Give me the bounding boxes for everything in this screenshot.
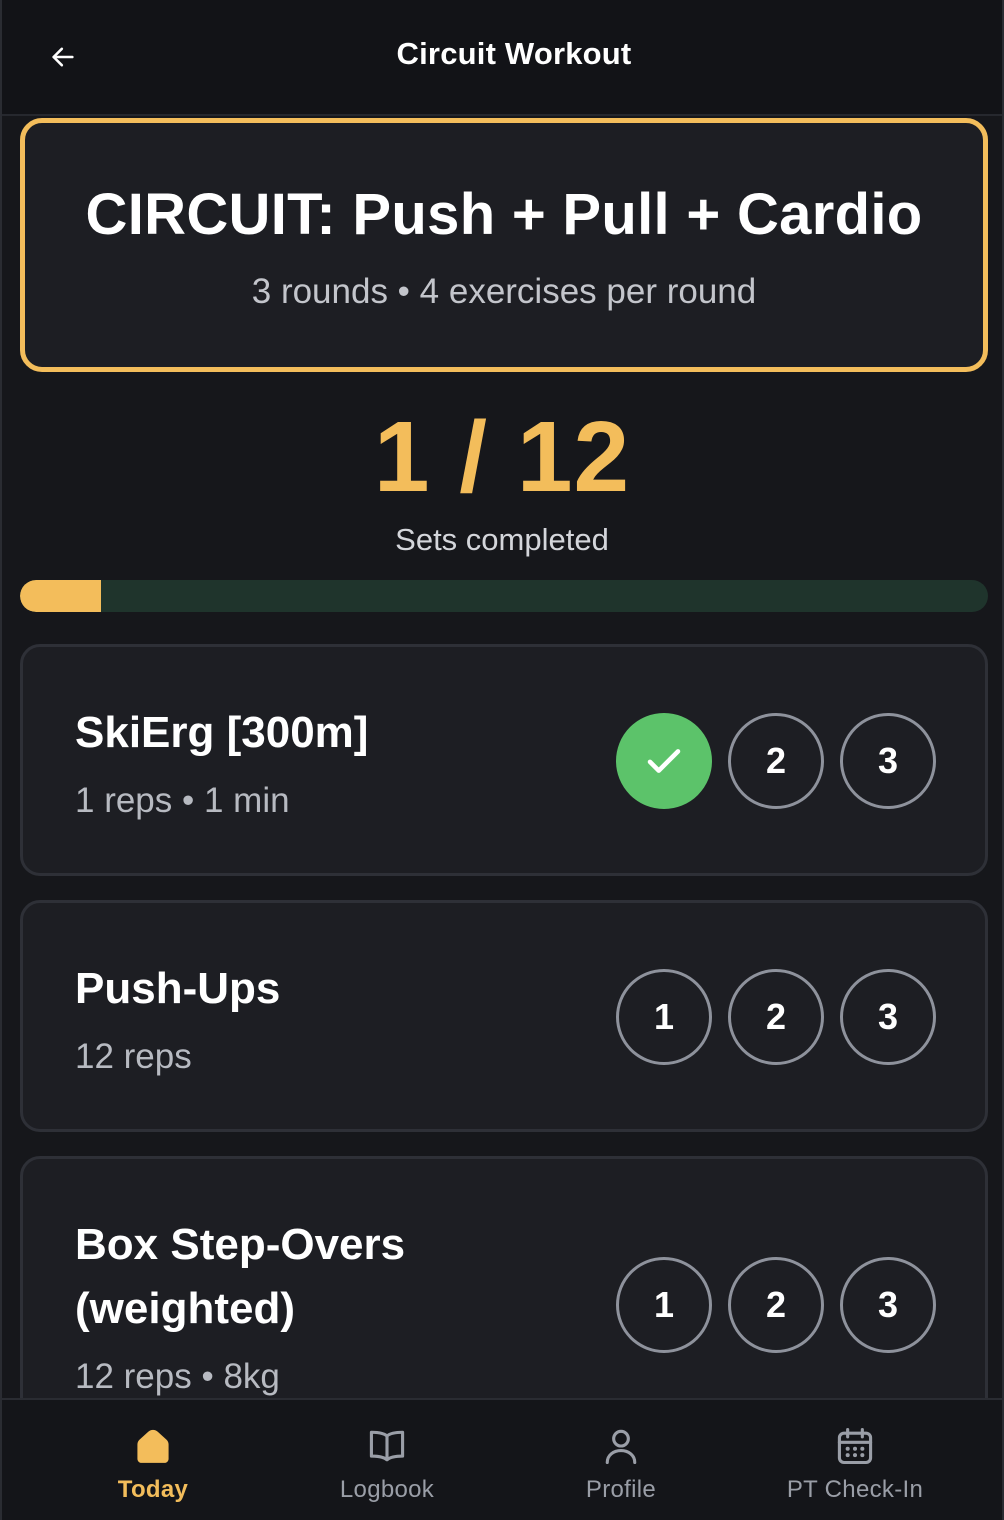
set-button-1-completed[interactable] xyxy=(616,713,712,809)
exercise-meta: 1 reps • 1 min xyxy=(75,781,290,820)
page-title: Circuit Workout xyxy=(396,36,632,71)
nav-item-pt-check-in[interactable]: PT Check-In xyxy=(730,1400,980,1520)
bottom-nav: Today Logbook Profile PT Check-In xyxy=(2,1398,1002,1520)
nav-label: Today xyxy=(117,1476,189,1503)
circuit-title: CIRCUIT: Push + Pull + Cardio xyxy=(85,182,923,247)
set-button-2[interactable]: 2 xyxy=(728,713,824,809)
progress-bar-fill xyxy=(20,580,101,612)
exercise-name: Push-Ups xyxy=(75,964,281,1013)
exercise-card: SkiErg [300m] 1 reps • 1 min 2 3 xyxy=(20,644,988,876)
set-button-1[interactable]: 1 xyxy=(616,969,712,1065)
checkmark-icon xyxy=(647,749,681,773)
exercise-name: SkiErg [300m] xyxy=(75,708,369,757)
nav-item-profile[interactable]: Profile xyxy=(496,1400,746,1520)
top-bar: Circuit Workout xyxy=(2,0,1002,116)
calendar-icon xyxy=(837,1427,873,1465)
exercise-meta: 12 reps • 8kg xyxy=(75,1357,280,1396)
exercise-name-line-2: (weighted) xyxy=(75,1284,295,1333)
sets-completed-label: Sets completed xyxy=(395,522,609,557)
nav-label: PT Check-In xyxy=(786,1476,924,1503)
set-button-3[interactable]: 3 xyxy=(840,713,936,809)
sets-completed-count: 1 / 12 xyxy=(373,401,631,513)
exercise-name-line-1: Box Step-Overs xyxy=(75,1220,406,1269)
set-button-2[interactable]: 2 xyxy=(728,969,824,1065)
set-button-3[interactable]: 3 xyxy=(840,1257,936,1353)
book-icon xyxy=(369,1430,405,1462)
set-button-1[interactable]: 1 xyxy=(616,1257,712,1353)
exercise-meta: 12 reps xyxy=(75,1037,192,1076)
exercise-card: Push-Ups 12 reps 1 2 3 xyxy=(20,900,988,1132)
circuit-summary-card: CIRCUIT: Push + Pull + Cardio 3 rounds •… xyxy=(20,118,988,372)
set-button-3[interactable]: 3 xyxy=(840,969,936,1065)
user-icon xyxy=(605,1429,637,1465)
nav-label: Profile xyxy=(585,1476,657,1503)
nav-item-today[interactable]: Today xyxy=(28,1400,278,1520)
circuit-subtitle: 3 rounds • 4 exercises per round xyxy=(251,272,757,311)
progress-bar xyxy=(20,580,988,612)
nav-item-logbook[interactable]: Logbook xyxy=(262,1400,512,1520)
nav-label: Logbook xyxy=(339,1476,435,1503)
set-button-2[interactable]: 2 xyxy=(728,1257,824,1353)
app-screen: Circuit Workout CIRCUIT: Push + Pull + C… xyxy=(0,0,1004,1520)
home-icon xyxy=(137,1429,169,1463)
